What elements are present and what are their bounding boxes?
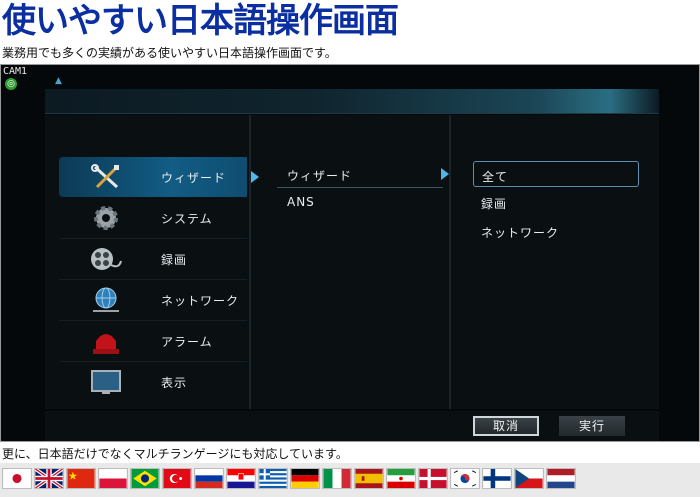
main-menu-label: アラーム [161, 335, 213, 349]
spain-flag-icon [354, 468, 384, 489]
main-menu-item-network[interactable]: ネットワーク [59, 280, 247, 321]
main-menu-label: ネットワーク [161, 294, 240, 308]
denmark-flag-icon [418, 468, 448, 489]
cancel-button[interactable]: 取消 [473, 416, 539, 436]
russia-flag-icon [194, 468, 224, 489]
button-bar: 取消 実行 [45, 411, 659, 441]
japan-flag-icon [2, 468, 32, 489]
main-menu-label: 表示 [161, 376, 188, 390]
menu-title-bar [45, 89, 659, 114]
option-all[interactable]: 全て [473, 161, 639, 187]
option-record[interactable]: 録画 [473, 189, 639, 215]
dvr-screen: CAM1 ◎ ▲ ウィザード システム 録画 ネットワーク アラーム 表示 ウィ… [0, 64, 700, 442]
monitor-icon [91, 370, 121, 394]
germany-flag-icon [290, 468, 320, 489]
turkey-flag-icon [162, 468, 192, 489]
menu-panel: ウィザード システム 録画 ネットワーク アラーム 表示 ウィザード ANS 全… [45, 115, 659, 409]
czech-flag-icon [514, 468, 544, 489]
main-menu-label: ウィザード [161, 171, 227, 185]
submenu-arrow-icon [441, 168, 449, 180]
italy-flag-icon [322, 468, 352, 489]
main-menu-item-record[interactable]: 録画 [59, 239, 247, 280]
croatia-flag-icon [226, 468, 256, 489]
main-menu-item-system[interactable]: システム [59, 198, 247, 239]
page-headline: 使いやすい日本語操作画面 [2, 1, 399, 41]
gear-icon [94, 206, 118, 230]
record-indicator-icon: ▲ [55, 76, 62, 86]
multilanguage-note: 更に、日本語だけでなくマルチランゲージにも対応しています。 [2, 447, 348, 461]
sub-menu-label: ウィザード [287, 169, 353, 183]
film-reel-icon [91, 248, 122, 270]
brazil-flag-icon [130, 468, 160, 489]
main-menu-label: 録画 [161, 253, 188, 267]
camera-status-icon: ◎ [5, 78, 17, 90]
column-divider [449, 115, 451, 409]
option-label: 全て [482, 170, 509, 184]
page-subtitle: 業務用でも多くの実績がある使いやすい日本語操作画面です。 [2, 46, 337, 60]
alarm-light-icon [93, 334, 119, 354]
china-flag-icon [66, 468, 96, 489]
finland-flag-icon [482, 468, 512, 489]
option-label: 録画 [481, 197, 508, 211]
korea-flag-icon [450, 468, 480, 489]
iran-flag-icon [386, 468, 416, 489]
poland-flag-icon [98, 468, 128, 489]
netherlands-flag-icon [546, 468, 576, 489]
option-label: ネットワーク [481, 226, 560, 240]
main-menu-label: システム [161, 212, 213, 226]
main-menu-item-wizard[interactable]: ウィザード [59, 157, 247, 197]
greece-flag-icon [258, 468, 288, 489]
sub-menu-label: ANS [287, 195, 315, 209]
sub-menu-item-ans[interactable]: ANS [277, 189, 443, 215]
option-network[interactable]: ネットワーク [473, 218, 639, 244]
language-flags [0, 463, 700, 497]
uk-flag-icon [34, 468, 64, 489]
globe-network-icon [93, 287, 119, 312]
tools-icon [91, 164, 119, 189]
submenu-arrow-icon [251, 171, 259, 183]
main-menu-item-display[interactable]: 表示 [59, 362, 247, 402]
main-menu-item-alarm[interactable]: アラーム [59, 321, 247, 362]
column-divider [249, 115, 251, 409]
sub-menu-item-wizard[interactable]: ウィザード [277, 161, 443, 188]
execute-button[interactable]: 実行 [559, 416, 625, 436]
camera-label: CAM1 [3, 66, 28, 77]
